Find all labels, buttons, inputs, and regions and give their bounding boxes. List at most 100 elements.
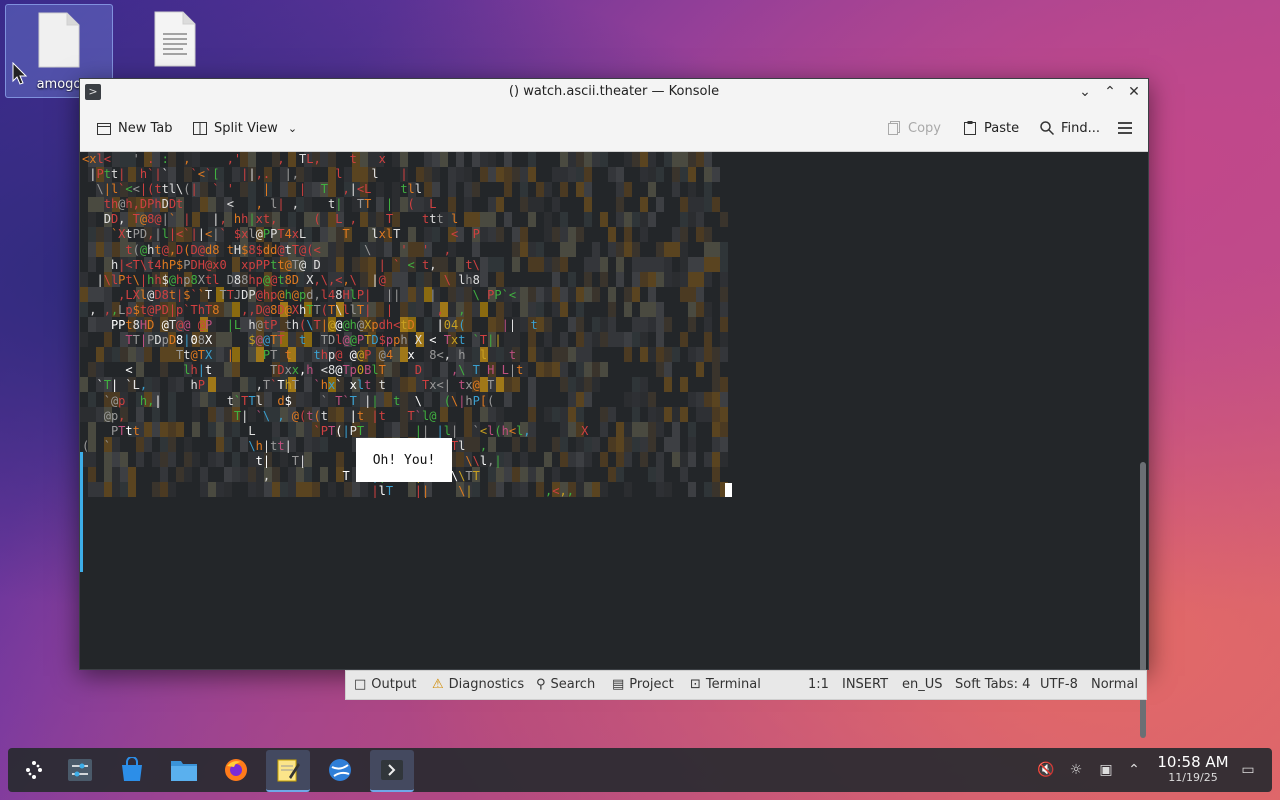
firefox-icon [225,759,247,781]
ascii-row: TT|PDpD8|08X $@@TT t TDl@@PTD$pph X < Tx… [125,333,502,348]
output-panel-button[interactable]: □ Output [354,677,416,692]
mouse-pointer-icon [12,62,28,85]
ascii-row: PPt8HD @T@@ @P |L h@tP_th(\T|@@@h@Xpdh<t… [110,318,538,333]
ascii-row: DD, T@8@|` | |, hh|xt, ( L , T ttt l [103,212,459,227]
task-file-manager[interactable] [162,750,206,790]
ascii-row: `XtPD,|l|<`||<|` $xl@PPT4xL T lxlT < P [110,227,480,242]
konsole-window: > () watch.ascii.theater — Konsole ⌄ ⌃ ✕… [79,78,1149,738]
view-mode[interactable]: Normal [1091,677,1138,692]
paste-icon [964,121,976,135]
close-button[interactable]: ✕ [1125,83,1143,101]
minimize-button[interactable]: ⌄ [1076,83,1094,101]
clock[interactable]: 10:58 AM 11/19/25 [1154,753,1232,784]
task-web-app[interactable] [318,750,362,790]
diagnostics-label: Diagnostics [448,677,525,692]
title-bar[interactable]: > () watch.ascii.theater — Konsole ⌄ ⌃ ✕ [80,79,1148,106]
folder-icon [171,761,197,781]
task-text-editor[interactable] [266,750,310,792]
task-system-settings[interactable] [58,750,102,790]
paste-button[interactable]: Paste [962,117,1019,139]
ascii-row: th@h,DPhDDt < , l| , t| TT | ( L [103,197,437,212]
ascii-row: |\lPt\|hh$@hp8Xtl D88hp@@t8D X,\,<,\ |@ … [96,272,480,287]
project-label: Project [629,677,674,692]
settings-sliders-icon [68,759,92,781]
hamburger-menu-button[interactable] [1117,117,1133,139]
clock-date: 11/19/25 [1168,771,1218,784]
new-tab-label: New Tab [118,120,173,136]
terminal-panel-button[interactable]: ⊡ Terminal [690,677,761,692]
maximize-button[interactable]: ⌃ [1101,83,1119,101]
store-bag-icon [122,757,142,781]
brightness-icon[interactable]: ☼ [1066,760,1086,780]
show-desktop-icon[interactable]: ▭ [1238,760,1258,780]
network-icon[interactable]: ▣ [1096,760,1116,780]
text-file-icon [154,11,196,67]
paste-label: Paste [984,120,1020,136]
new-tab-icon [97,123,111,135]
project-icon: ▤ [612,677,625,692]
ascii-row: h|<T\t4hP$PDH@x0 xpPPtt@T@ D | ` < t, t\ [110,257,480,272]
ascii-row: Tt@TX | PT t thp@ @@P @4 x 8<, h l t [176,348,517,363]
chevron-down-icon: ⌄ [287,121,298,135]
application-launcher[interactable] [12,750,56,790]
tray-expand-chevron-up-icon[interactable]: ⌃ [1124,760,1144,780]
input-mode[interactable]: INSERT [842,677,888,692]
ascii-row: t(@ht@,D(D@d8 tH$8$dd@tT@(< \ ' ' , [125,242,451,257]
hamburger-menu-icon [1118,122,1132,134]
spellcheck-language[interactable]: en_US [902,677,943,692]
terminal-focus-indicator [80,452,83,572]
copy-label: Copy [908,120,941,136]
terminal-cursor [725,483,732,497]
editor-status-bar: □ Output ⚠ Diagnostics ⚲ Search ▤ Projec… [345,670,1147,700]
taskbar: 🔇 ☼ ▣ ⌃ 10:58 AM 11/19/25 ▭ [8,748,1272,792]
ascii-row: `@p h,| t`TTl d$ ` T`T || t \ (\|hP[( [103,393,495,408]
indentation-setting[interactable]: Soft Tabs: 4 [955,677,1030,692]
warning-icon: ⚠ [432,677,444,692]
ascii-row: PTtt L `PT(|PT || |l| `<l(h<l, X [110,423,589,438]
ascii-row: \|l`<<|(ttl\(| ` ' | | T ,|<L tll [96,182,423,197]
project-panel-button[interactable]: ▤ Project [612,677,674,692]
split-view-label: Split View [214,120,278,136]
terminal-scrollbar[interactable] [1138,152,1146,738]
search-icon: ⚲ [536,677,546,692]
launcher-icon [26,761,42,779]
ascii-row: |lT || \| ,<,, [371,484,574,499]
new-tab-button[interactable]: New Tab [96,117,173,139]
globe-icon [329,759,351,781]
task-firefox[interactable] [214,750,258,790]
terminal-view[interactable]: <xl< ' . : , ,' , TL, t x |Ptt| h`|` `<`… [80,152,1140,669]
window-title: () watch.ascii.theater — Konsole [508,84,720,99]
search-icon [1040,121,1055,136]
terminal-label: Terminal [705,677,761,692]
cursor-position[interactable]: 1:1 [808,677,829,692]
output-label: Output [371,677,417,692]
diagnostics-panel-button[interactable]: ⚠ Diagnostics [432,677,524,692]
split-view-icon [193,122,207,135]
ascii-row: < lh|t TDxx,h <8@Tp0BlT D ,\ T H L|t [125,363,524,378]
encoding-setting[interactable]: UTF-8 [1040,677,1078,692]
find-label: Find... [1061,120,1101,136]
ascii-row: `T| `L, hP ,T`ThT `hx` xlt t Tx<| tx@ T [96,378,495,393]
ascii-row: @p, T| `\ , @(t(t |t |t T`l@ [103,408,437,423]
subtitle-popup: Oh! You! [356,438,452,482]
output-icon: □ [354,677,367,692]
clock-time: 10:58 AM [1157,753,1229,771]
toolbar: New Tab Split View ⌄ Copy Paste Find... [80,105,1148,152]
ascii-row: , ,,Lp$t@PD|p`ThT8 ,,D@8D@XhTT(T\llT| | … [89,302,466,317]
copy-button[interactable]: Copy [886,117,941,139]
file-icon [38,12,80,68]
text-editor-icon [277,759,300,782]
terminal-icon: ⊡ [690,677,701,692]
volume-muted-icon[interactable]: 🔇 [1036,760,1056,780]
search-label: Search [550,677,596,692]
split-view-button[interactable]: Split View ⌄ [192,117,297,139]
ascii-row: <xl< ' . : , ,' , TL, t x [82,152,386,166]
copy-icon [888,121,900,135]
ascii-row: |Ptt| h`|` `<`[ ||,. |, l l | [89,167,408,182]
ascii-row: ,LXl@D8t|$``T TTJDP@hp@h@pd,l48HlP| || |… [118,287,517,302]
search-panel-button[interactable]: ⚲ Search [536,677,595,692]
task-konsole[interactable] [370,750,414,792]
task-discover[interactable] [110,750,154,790]
konsole-terminal-icon [381,760,403,780]
find-button[interactable]: Find... [1039,117,1100,139]
